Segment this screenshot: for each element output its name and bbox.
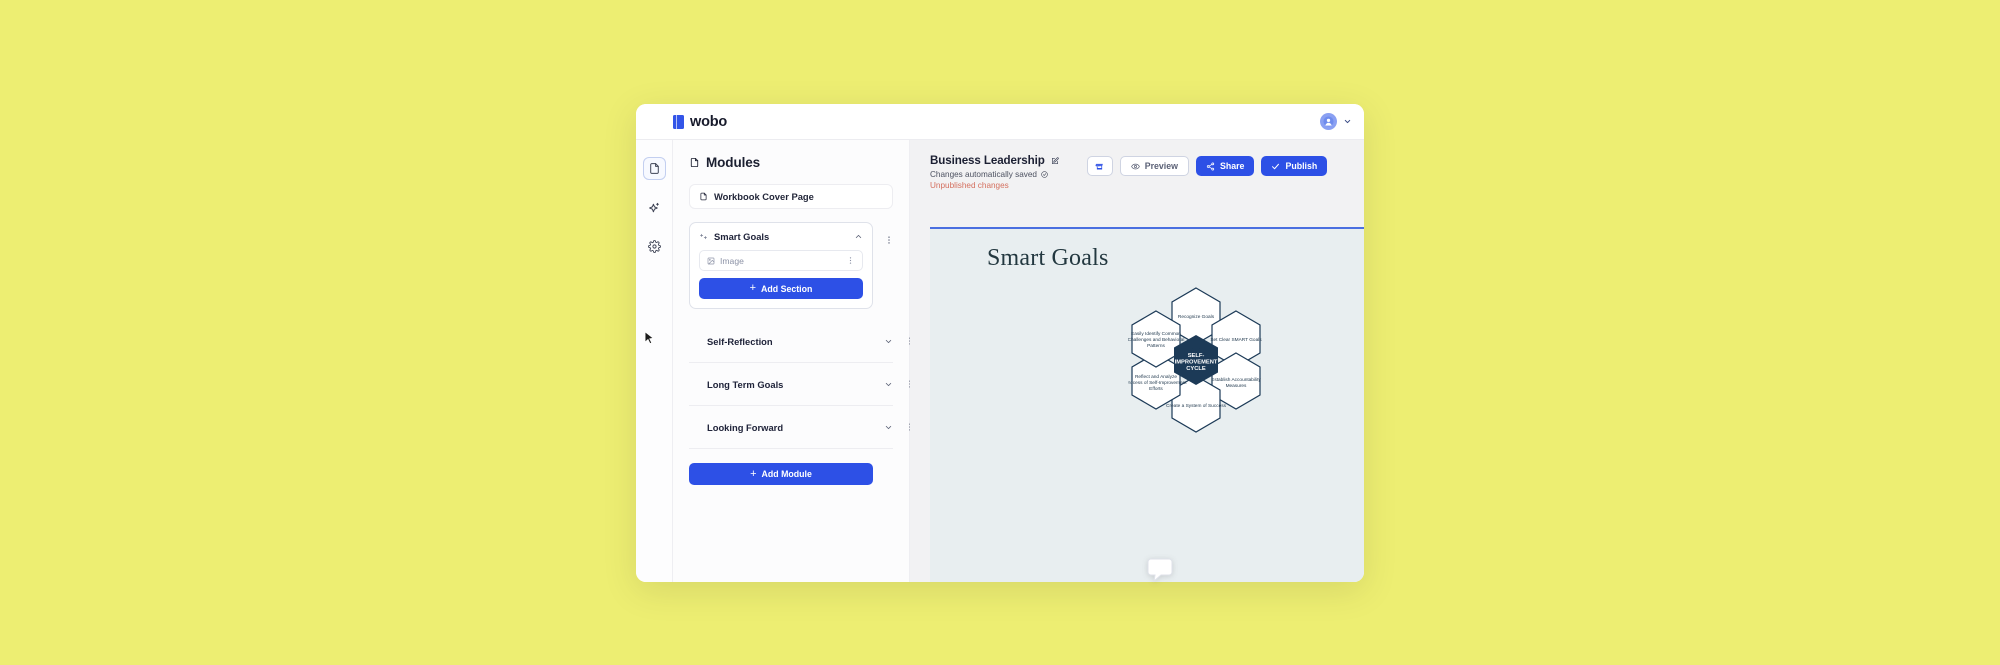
section-label: Image — [720, 255, 744, 266]
add-module-button[interactable]: + Add Module — [689, 463, 873, 485]
page-title: Modules — [706, 155, 761, 170]
chat-bubble-icon[interactable] — [1146, 557, 1174, 588]
brand-name: wobo — [690, 113, 728, 130]
eye-icon — [1130, 162, 1140, 171]
unpublished-status: Unpublished changes — [930, 181, 1009, 190]
rail-item-pages[interactable] — [642, 157, 666, 180]
check-circle-icon — [1041, 171, 1048, 178]
check-icon — [1271, 162, 1280, 171]
storefront-icon — [1095, 162, 1104, 171]
sparkles-icon — [647, 201, 661, 215]
plus-icon: + — [750, 467, 757, 480]
diagram-node-label: Challenges and Behavioral — [1128, 337, 1184, 343]
diagram-node-label: Recognize Goals — [1178, 314, 1215, 320]
diagram-node-label: Easily Identify Common — [1131, 331, 1181, 337]
document-title-row: Business Leadership — [930, 154, 1059, 167]
module-row[interactable]: Self-Reflection — [689, 320, 911, 363]
share-label: Share — [1220, 161, 1245, 171]
preview-button[interactable]: Preview — [1119, 156, 1189, 176]
document-saved-status: Changes automatically saved — [930, 170, 1059, 179]
chevron-up-icon[interactable] — [854, 232, 863, 241]
workbook-cover-page-row[interactable]: Workbook Cover Page — [689, 184, 893, 209]
diagram-node-label: Set Clear SMART Goals — [1210, 337, 1262, 343]
share-button[interactable]: Share — [1196, 156, 1255, 176]
document-meta: Business Leadership Changes automaticall… — [930, 154, 1059, 190]
add-section-label: Add Section — [761, 283, 813, 294]
document-icon — [689, 157, 700, 168]
document-header: Business Leadership Changes automaticall… — [910, 140, 1364, 190]
hexagon-cycle-diagram: Recognize Goals Set Clear SMART Goals Es… — [1125, 287, 1264, 438]
rail-item-ai[interactable] — [643, 196, 666, 219]
drag-handle-icon[interactable] — [699, 232, 708, 241]
gear-icon — [647, 240, 661, 253]
diagram-center-label: IMPROVEMENT — [1175, 360, 1218, 366]
add-section-button[interactable]: + Add Section — [699, 278, 863, 299]
diagram-center-label: SELF- — [1188, 353, 1205, 359]
chevron-down-icon[interactable] — [884, 423, 893, 432]
modules-panel: Modules Workbook Cover Page Smart Goals … — [673, 140, 911, 582]
icon-rail — [636, 140, 673, 582]
module-title: Smart Goals — [714, 231, 770, 242]
more-vertical-icon[interactable] — [846, 256, 855, 265]
page-sheet: Smart Goals Recognize Goals Set Clear SM… — [930, 227, 1364, 582]
book-icon — [673, 114, 684, 129]
app-body: Modules Workbook Cover Page Smart Goals … — [636, 140, 1364, 582]
module-header[interactable]: Smart Goals — [699, 231, 863, 242]
plus-icon: + — [749, 282, 757, 294]
publish-label: Publish — [1285, 161, 1318, 171]
diagram-node-label: Patterns — [1147, 343, 1165, 349]
document-actions: Preview Share Publish — [1086, 156, 1328, 176]
module-row[interactable]: Looking Forward — [689, 406, 911, 449]
preview-label: Preview — [1144, 161, 1178, 171]
user-avatar-icon[interactable] — [1320, 113, 1337, 130]
image-icon — [707, 257, 715, 265]
diagram-node-label: Create a System of Success — [1166, 403, 1227, 409]
module-title: Looking Forward — [707, 421, 784, 433]
module-title: Long Term Goals — [707, 378, 784, 390]
module-row[interactable]: Long Term Goals — [689, 363, 911, 406]
screen: wobo Modules Workbook Cover Page Smart G… — [0, 0, 2000, 665]
more-vertical-icon[interactable] — [884, 232, 894, 250]
diagram-node-label: Reflect and Analyze — [1135, 374, 1177, 380]
mouse-cursor-icon — [644, 331, 655, 346]
rail-item-settings[interactable] — [643, 235, 666, 258]
sheet-heading: Smart Goals — [987, 245, 1109, 271]
add-module-label: Add Module — [761, 469, 812, 479]
document-title: Business Leadership — [930, 154, 1045, 167]
modules-panel-header: Modules — [689, 155, 893, 170]
pencil-edit-icon[interactable] — [1051, 156, 1059, 165]
diagram-node-label: Efforts — [1149, 386, 1163, 392]
saved-status-text: Changes automatically saved — [930, 170, 1037, 179]
chevron-down-icon[interactable] — [884, 380, 893, 389]
diagram-node-label: Establish Accountability — [1211, 377, 1261, 383]
diagram-center-label: CYCLE — [1186, 366, 1206, 372]
store-button[interactable] — [1086, 156, 1113, 176]
app-window: wobo Modules Workbook Cover Page Smart G… — [636, 104, 1364, 582]
module-title: Self-Reflection — [707, 335, 773, 347]
account-menu[interactable] — [1320, 113, 1352, 130]
module-smart-goals[interactable]: Smart Goals Image + Add Section — [689, 222, 890, 309]
document-icon — [648, 162, 661, 175]
publish-button[interactable]: Publish — [1261, 156, 1328, 176]
workbook-cover-page-label: Workbook Cover Page — [714, 191, 814, 202]
diagram-node-label: Process of Self-Improvement — [1128, 380, 1187, 386]
brand-logo[interactable]: wobo — [673, 114, 727, 130]
chevron-down-icon[interactable] — [884, 337, 893, 346]
top-bar: wobo — [636, 104, 1364, 140]
section-image[interactable]: Image — [699, 250, 863, 271]
canvas-area: Business Leadership Changes automaticall… — [910, 140, 1364, 582]
diagram-node-label: Measures — [1226, 383, 1247, 389]
chevron-down-icon[interactable] — [1343, 117, 1352, 126]
share-icon — [1206, 162, 1215, 171]
document-icon — [699, 192, 708, 201]
